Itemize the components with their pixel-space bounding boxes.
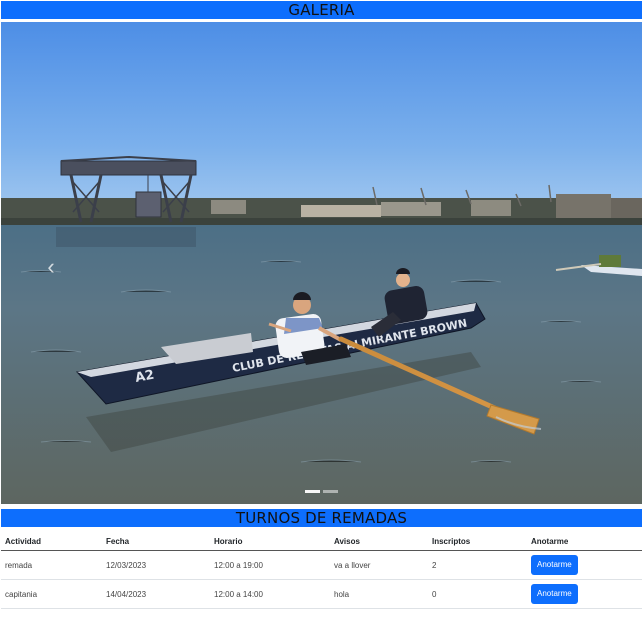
column-header-horario: Horario bbox=[210, 533, 330, 551]
cell-avisos: hola bbox=[330, 579, 428, 609]
river-water bbox=[1, 225, 642, 504]
cell-inscriptos: 2 bbox=[428, 550, 527, 580]
carousel-indicator-2[interactable] bbox=[323, 490, 338, 493]
cell-horario: 12:00 a 19:00 bbox=[210, 550, 330, 580]
carousel-indicator-1[interactable] bbox=[305, 490, 320, 493]
gallery-carousel[interactable]: A2 CLUB DE REGATAS ALMIRANTE BROWN ‹ bbox=[1, 22, 642, 504]
anotarme-button[interactable]: Anotarme bbox=[531, 584, 578, 604]
column-header-actividad: Actividad bbox=[1, 533, 102, 551]
anotarme-button[interactable]: Anotarme bbox=[531, 555, 578, 575]
cell-fecha: 12/03/2023 bbox=[102, 550, 210, 580]
gallery-title: GALERIA bbox=[1, 1, 642, 19]
table-row: capitania 14/04/2023 12:00 a 14:00 hola … bbox=[1, 579, 642, 609]
cell-avisos: va a llover bbox=[330, 550, 428, 580]
cell-horario: 12:00 a 14:00 bbox=[210, 579, 330, 609]
bridge-reflection bbox=[56, 227, 196, 247]
table-row: remada 12/03/2023 12:00 a 19:00 va a llo… bbox=[1, 550, 642, 580]
cell-anotarme: Anotarme bbox=[527, 579, 642, 609]
column-header-anotarme: Anotarme bbox=[527, 533, 642, 551]
turnos-title: TURNOS DE REMADAS bbox=[1, 509, 642, 527]
column-header-inscriptos: Inscriptos bbox=[428, 533, 527, 551]
cell-fecha: 14/04/2023 bbox=[102, 579, 210, 609]
page: GALERIA A2 CLUB DE REGATAS ALMIRANTE BRO… bbox=[0, 0, 643, 619]
column-header-fecha: Fecha bbox=[102, 533, 210, 551]
carousel-indicators bbox=[1, 490, 642, 493]
cell-anotarme: Anotarme bbox=[527, 550, 642, 580]
carousel-prev-icon[interactable]: ‹ bbox=[41, 252, 61, 282]
table-header-row: Actividad Fecha Horario Avisos Inscripto… bbox=[1, 533, 642, 551]
rowing-boat-photo: A2 CLUB DE REGATAS ALMIRANTE BROWN bbox=[1, 22, 642, 504]
cell-actividad: capitania bbox=[1, 579, 102, 609]
carousel-next-icon[interactable]: › bbox=[612, 252, 632, 282]
cell-actividad: remada bbox=[1, 550, 102, 580]
cell-inscriptos: 0 bbox=[428, 579, 527, 609]
turnos-table: Actividad Fecha Horario Avisos Inscripto… bbox=[1, 533, 642, 609]
column-header-avisos: Avisos bbox=[330, 533, 428, 551]
